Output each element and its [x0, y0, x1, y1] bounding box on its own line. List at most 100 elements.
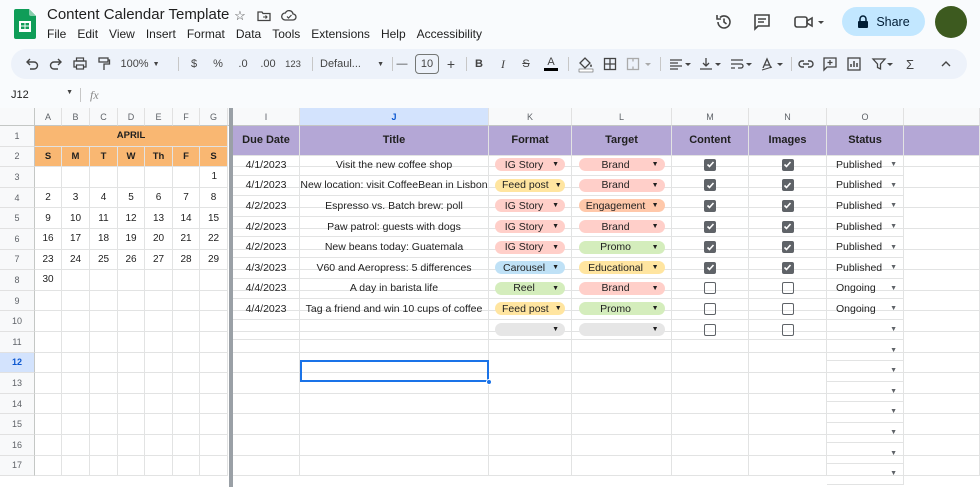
- table-cell-images[interactable]: [749, 155, 827, 176]
- grid-cell[interactable]: [90, 393, 118, 415]
- grid-cell[interactable]: [572, 373, 672, 394]
- images-checkbox[interactable]: [781, 220, 794, 233]
- table-cell-status[interactable]: Published ▼: [827, 216, 904, 238]
- insert-link-icon[interactable]: [797, 49, 815, 79]
- menu-accessibility[interactable]: Accessibility: [417, 27, 482, 41]
- content-checkbox[interactable]: [704, 282, 716, 295]
- table-cell-date[interactable]: 4/1/2023: [233, 155, 300, 176]
- content-checkbox[interactable]: [704, 179, 716, 192]
- grid-cell[interactable]: [173, 270, 200, 291]
- content-checkbox[interactable]: [704, 241, 716, 254]
- column-header[interactable]: G: [200, 108, 228, 126]
- target-chip[interactable]: Promo ▼: [578, 302, 665, 316]
- grid-cell[interactable]: [572, 414, 672, 435]
- column-header[interactable]: B: [62, 108, 90, 126]
- vertical-align-icon[interactable]: [698, 49, 724, 79]
- grid-cell[interactable]: [904, 249, 980, 271]
- grid-cell[interactable]: [200, 455, 228, 477]
- grid-cell[interactable]: [233, 414, 300, 435]
- grid-cell[interactable]: [145, 435, 173, 456]
- table-cell-format[interactable]: Carousel ▼: [489, 258, 572, 279]
- formula-input[interactable]: [115, 86, 975, 104]
- images-checkbox[interactable]: [781, 282, 794, 295]
- row-header[interactable]: 11: [0, 332, 35, 353]
- table-cell-target[interactable]: Promo ▼: [572, 237, 672, 258]
- table-cell-status[interactable]: Published ▼: [827, 175, 904, 197]
- status-dropdown[interactable]: Ongoing ▼: [827, 282, 903, 294]
- grid-cell[interactable]: [904, 229, 980, 250]
- row-header[interactable]: 13: [0, 373, 35, 394]
- content-checkbox[interactable]: [704, 158, 716, 171]
- table-cell-title[interactable]: [300, 319, 489, 341]
- grid-cell[interactable]: [233, 455, 300, 477]
- row-header[interactable]: 10: [0, 311, 35, 332]
- table-cell-images[interactable]: [749, 175, 827, 197]
- menu-insert[interactable]: Insert: [146, 27, 176, 41]
- grid-cell[interactable]: [118, 167, 145, 188]
- grid-cell[interactable]: [200, 311, 228, 332]
- row-header[interactable]: 12: [0, 352, 35, 374]
- table-cell-target[interactable]: Educational ▼: [572, 258, 672, 279]
- grid-cell[interactable]: [904, 187, 980, 209]
- table-cell-status[interactable]: ▼: [827, 319, 904, 341]
- font-select[interactable]: Defaul... ▼: [320, 49, 384, 79]
- grid-cell[interactable]: [489, 393, 572, 415]
- table-cell-status[interactable]: Ongoing ▼: [827, 278, 904, 300]
- grid-cell[interactable]: [62, 270, 90, 291]
- italic-button[interactable]: I: [497, 49, 509, 79]
- grid-cell[interactable]: [35, 332, 62, 353]
- table-cell-images[interactable]: [749, 196, 827, 217]
- fill-color-icon[interactable]: [577, 49, 595, 79]
- grid-cell[interactable]: [489, 373, 572, 394]
- grid-cell[interactable]: [904, 393, 980, 415]
- name-box[interactable]: J12 ▼: [11, 89, 73, 101]
- column-header[interactable]: E: [145, 108, 173, 126]
- status-dropdown[interactable]: Published ▼: [827, 262, 903, 274]
- target-chip[interactable]: Brand ▼: [578, 158, 665, 172]
- status-dropdown[interactable]: ▼: [827, 326, 903, 333]
- table-cell-content[interactable]: [672, 319, 749, 341]
- grid-cell[interactable]: [904, 373, 980, 394]
- grid-cell[interactable]: [173, 414, 200, 435]
- grid-cell[interactable]: [173, 290, 200, 312]
- insert-comment-icon[interactable]: [822, 49, 838, 79]
- grid-cell[interactable]: [200, 414, 228, 435]
- grid-cell[interactable]: [90, 270, 118, 291]
- column-header[interactable]: J: [300, 108, 489, 126]
- grid-cell[interactable]: [118, 414, 145, 435]
- column-header[interactable]: D: [118, 108, 145, 126]
- grid-cell[interactable]: [672, 455, 749, 477]
- grid-cell[interactable]: [200, 352, 228, 374]
- grid-cell[interactable]: [300, 455, 489, 477]
- grid-cell[interactable]: [233, 393, 300, 415]
- column-header[interactable]: F: [173, 108, 200, 126]
- redo-icon[interactable]: [48, 49, 64, 79]
- format-chip[interactable]: IG Story ▼: [495, 240, 565, 254]
- table-cell-date[interactable]: 4/1/2023: [233, 175, 300, 197]
- format-chip[interactable]: Reel ▼: [495, 281, 565, 295]
- format-chip[interactable]: Feed post ▼: [495, 302, 565, 316]
- status-dropdown[interactable]: Published ▼: [827, 159, 903, 171]
- format-chip[interactable]: ▼: [495, 323, 565, 337]
- row-header[interactable]: 2: [0, 146, 35, 168]
- row-header[interactable]: 4: [0, 187, 35, 209]
- column-header[interactable]: M: [672, 108, 749, 126]
- images-checkbox[interactable]: [781, 261, 794, 274]
- table-cell-target[interactable]: Brand ▼: [572, 155, 672, 176]
- grid-cell[interactable]: [300, 435, 489, 456]
- grid-cell[interactable]: [118, 352, 145, 374]
- grid-cell[interactable]: [90, 435, 118, 456]
- table-cell-content[interactable]: [672, 196, 749, 217]
- insert-chart-icon[interactable]: [846, 49, 862, 79]
- grid-cell[interactable]: [904, 455, 980, 477]
- column-header[interactable]: I: [233, 108, 300, 126]
- grid-cell[interactable]: [62, 414, 90, 435]
- grid-cell[interactable]: [200, 373, 228, 394]
- row-header[interactable]: 8: [0, 270, 35, 291]
- table-cell-content[interactable]: [672, 175, 749, 197]
- percent-format-button[interactable]: %: [211, 49, 225, 79]
- images-checkbox[interactable]: [781, 323, 794, 336]
- fill-handle[interactable]: [486, 378, 492, 385]
- status-dropdown[interactable]: Published ▼: [827, 200, 903, 212]
- grid-cell[interactable]: [145, 393, 173, 415]
